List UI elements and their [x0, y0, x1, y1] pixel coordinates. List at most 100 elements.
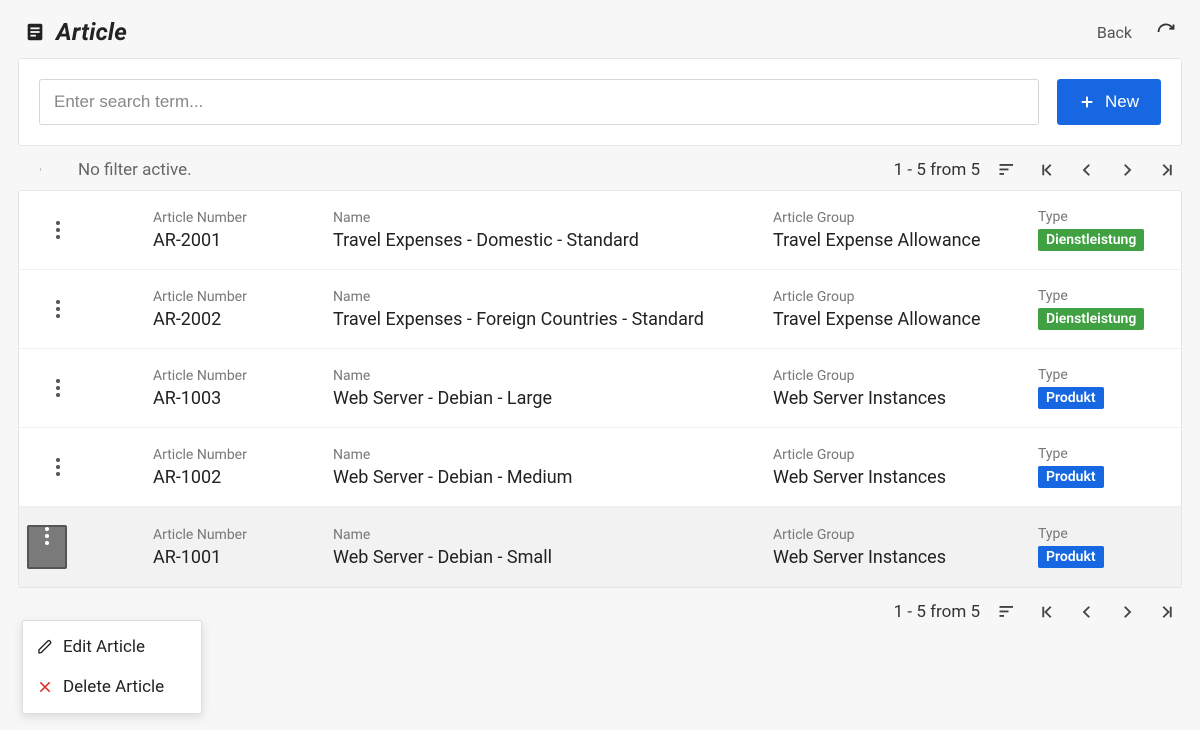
cell-name: Name Travel Expenses - Foreign Countries … [333, 289, 773, 330]
column-label: Type [1038, 288, 1149, 304]
row-menu-button[interactable] [33, 300, 83, 318]
search-input[interactable] [39, 79, 1039, 125]
type-badge: Dienstleistung [1038, 308, 1144, 330]
column-label: Article Group [773, 527, 1026, 543]
sort-icon[interactable] [998, 603, 1016, 621]
cell-num: Article Number AR-2001 [153, 210, 333, 251]
cell-name: Name Web Server - Debian - Small [333, 527, 773, 568]
cell-type: Type Produkt [1038, 446, 1161, 488]
cell-type: Type Produkt [1038, 367, 1161, 409]
cell-type: Type Produkt [1038, 526, 1161, 568]
refresh-icon[interactable] [1156, 22, 1176, 42]
new-button[interactable]: New [1057, 79, 1161, 125]
cell-value: Web Server Instances [773, 388, 1026, 409]
column-label: Article Number [153, 289, 321, 305]
column-label: Article Number [153, 447, 321, 463]
sort-icon[interactable] [998, 161, 1016, 179]
column-label: Article Group [773, 210, 1026, 226]
next-page-icon[interactable] [1118, 603, 1136, 621]
menu-edit-article[interactable]: Edit Article [23, 627, 201, 667]
menu-edit-label: Edit Article [63, 637, 145, 657]
type-badge: Produkt [1038, 466, 1104, 488]
cell-value: Web Server - Debian - Medium [333, 467, 761, 488]
filter-status: No filter active. [78, 160, 894, 180]
cell-type: Type Dienstleistung [1038, 288, 1161, 330]
row-context-menu: Edit Article Delete Article [22, 620, 202, 714]
cell-num: Article Number AR-1001 [153, 527, 333, 568]
cell-name: Name Web Server - Debian - Medium [333, 447, 773, 488]
cell-value: AR-2001 [153, 230, 321, 251]
search-card: New [18, 58, 1182, 146]
column-label: Type [1038, 367, 1149, 383]
column-label: Article Number [153, 527, 321, 543]
column-label: Type [1038, 526, 1149, 542]
title-wrap: Article [24, 18, 1097, 46]
column-label: Name [333, 289, 761, 305]
menu-delete-article[interactable]: Delete Article [23, 667, 201, 707]
table-row[interactable]: Article Number AR-2001 Name Travel Expenses… [19, 191, 1181, 270]
cell-value: Web Server Instances [773, 547, 1026, 568]
top-toolbar-icons [998, 161, 1176, 179]
prev-page-icon[interactable] [1078, 161, 1096, 179]
column-label: Article Group [773, 289, 1026, 305]
table-row[interactable]: Article Number AR-1001 Name Web Server - De… [19, 507, 1181, 587]
column-label: Article Group [773, 368, 1026, 384]
close-icon [37, 679, 53, 695]
cell-group: Article GroupWeb Server Instances [773, 447, 1038, 488]
column-label: Name [333, 368, 761, 384]
column-label: Type [1038, 446, 1149, 462]
row-menu-button[interactable] [33, 458, 83, 476]
column-label: Article Number [153, 210, 321, 226]
cell-group: Article Group Travel Expense Allowance [773, 210, 1038, 251]
first-page-icon[interactable] [1038, 603, 1056, 621]
page-title: Article [56, 18, 127, 46]
cell-group: Article Group Web Server Instances [773, 368, 1038, 409]
cell-num: Article NumberAR-2002 [153, 289, 333, 330]
new-button-label: New [1105, 92, 1139, 112]
cell-value: Web Server - Debian - Small [333, 547, 761, 568]
next-page-icon[interactable] [1118, 161, 1136, 179]
first-page-icon[interactable] [1038, 161, 1056, 179]
cell-value: AR-1002 [153, 467, 321, 488]
bottom-toolbar: 1 - 5 from 5 [0, 588, 1200, 622]
column-label: Name [333, 447, 761, 463]
cell-value: Travel Expense Allowance [773, 230, 1026, 251]
last-page-icon[interactable] [1158, 161, 1176, 179]
article-list: Article Number AR-2001 Name Travel Expenses… [18, 190, 1182, 588]
table-row[interactable]: Article NumberAR-2002Name Travel Expenses… [19, 270, 1181, 349]
cell-value: Web Server - Debian - Large [333, 388, 761, 409]
page-header: Article Back [0, 0, 1200, 58]
cell-value: AR-1001 [153, 547, 321, 568]
cell-value: Travel Expense Allowance [773, 309, 1026, 330]
pencil-icon [37, 639, 53, 655]
column-label: Name [333, 527, 761, 543]
cell-type: Type Dienstleistung [1038, 209, 1161, 251]
back-button[interactable]: Back [1097, 23, 1132, 42]
type-badge: Produkt [1038, 546, 1104, 568]
menu-delete-label: Delete Article [63, 677, 164, 697]
cell-num: Article Number AR-1002 [153, 447, 333, 488]
row-menu-button[interactable] [27, 525, 67, 569]
cell-num: Article Number AR-1003 [153, 368, 333, 409]
cell-name: Name Travel Expenses - Domestic - Standar… [333, 210, 773, 251]
column-label: Article Number [153, 368, 321, 384]
cell-name: Name Web Server - Debian - Large [333, 368, 773, 409]
column-label: Name [333, 210, 761, 226]
type-badge: Produkt [1038, 387, 1104, 409]
last-page-icon[interactable] [1158, 603, 1176, 621]
cell-value: AR-1003 [153, 388, 321, 409]
prev-page-icon[interactable] [1078, 603, 1096, 621]
plus-icon [1079, 94, 1095, 110]
cell-value: Travel Expenses - Domestic - Standard [333, 230, 761, 251]
type-badge: Dienstleistung [1038, 229, 1144, 251]
column-label: Type [1038, 209, 1149, 225]
table-row[interactable]: Article Number AR-1003 Name Web Server - De… [19, 349, 1181, 428]
page-info-bottom: 1 - 5 from 5 [894, 602, 980, 622]
cell-value: Travel Expenses - Foreign Countries - St… [333, 309, 761, 330]
row-menu-button[interactable] [33, 379, 83, 397]
row-menu-button[interactable] [33, 221, 83, 239]
column-label: Article Group [773, 447, 1026, 463]
filter-menu-icon[interactable] [34, 161, 50, 179]
table-row[interactable]: Article Number AR-1002 Name Web Server - De… [19, 428, 1181, 507]
cell-group: Article Group Travel Expense Allowance [773, 289, 1038, 330]
